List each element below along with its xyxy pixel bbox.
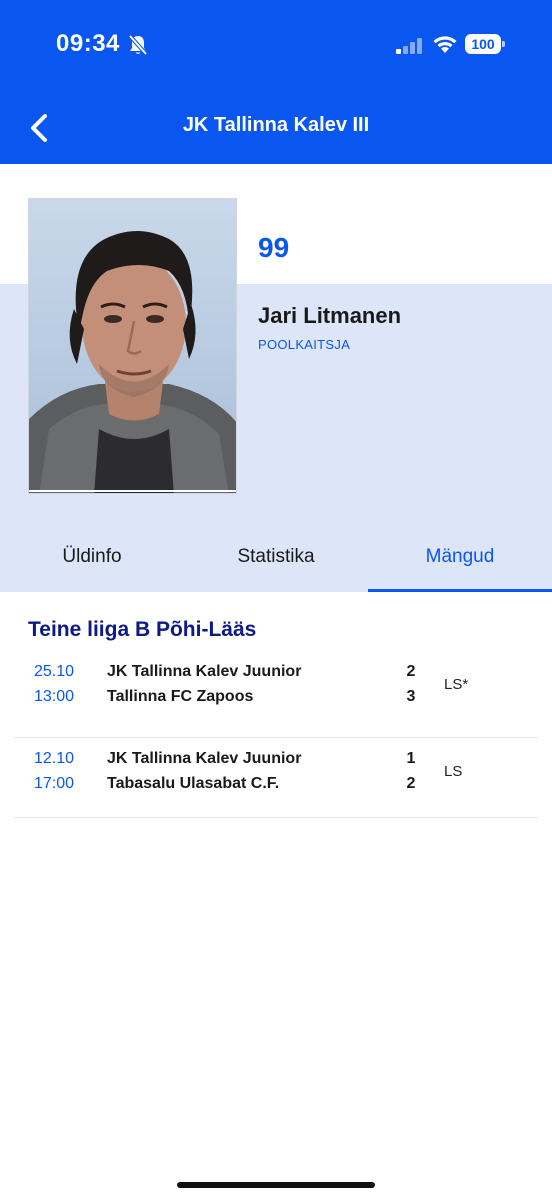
match-tag: LS* — [444, 676, 469, 693]
status-time: 09:34 — [56, 30, 120, 57]
player-position: POOLKAITSJA — [258, 337, 351, 352]
tab-mangud[interactable]: Mängud — [368, 522, 552, 592]
league-title: Teine liiga B Põhi-Lääs — [28, 618, 257, 641]
match-row[interactable]: 25.10 13:00 JK Tallinna Kalev Juunior Ta… — [14, 650, 538, 738]
match-row[interactable]: 12.10 17:00 JK Tallinna Kalev Juunior Ta… — [14, 737, 538, 818]
home-team: JK Tallinna Kalev Juunior — [107, 750, 302, 767]
away-team: Tallinna FC Zapoos — [107, 688, 254, 705]
signal-icon — [396, 38, 422, 54]
wifi-icon — [433, 36, 457, 53]
match-time: 13:00 — [34, 688, 75, 705]
player-name: Jari Litmanen — [258, 303, 402, 328]
home-indicator[interactable] — [177, 1182, 375, 1188]
tab-bar: Üldinfo Statistika Mängud — [0, 522, 552, 592]
page-title: JK Tallinna Kalev III — [182, 114, 370, 136]
home-score: 1 — [406, 750, 416, 767]
player-number: 99 — [258, 232, 290, 263]
portrait-illustration — [29, 199, 236, 493]
home-team: JK Tallinna Kalev Juunior — [107, 663, 302, 680]
away-score: 3 — [406, 688, 416, 705]
match-date: 12.10 — [34, 750, 75, 767]
active-tab-indicator — [368, 589, 552, 592]
match-time: 17:00 — [34, 775, 75, 792]
tab-statistika[interactable]: Statistika — [184, 522, 368, 592]
app-header: 09:34 100 JK Tallinna Kalev III — [0, 0, 552, 164]
battery-nub — [502, 41, 505, 47]
player-photo — [28, 198, 237, 494]
battery-icon: 100 — [465, 34, 505, 54]
status-bar: 09:34 100 — [0, 0, 552, 90]
tab-uldinfo[interactable]: Üldinfo — [0, 522, 184, 592]
away-score: 2 — [406, 775, 416, 792]
bell-slash-icon — [128, 34, 148, 56]
home-score: 2 — [406, 663, 416, 680]
away-team: Tabasalu Ulasabat C.F. — [107, 775, 280, 792]
match-date: 25.10 — [34, 663, 75, 680]
match-tag: LS — [444, 763, 463, 780]
battery-level: 100 — [465, 34, 501, 54]
